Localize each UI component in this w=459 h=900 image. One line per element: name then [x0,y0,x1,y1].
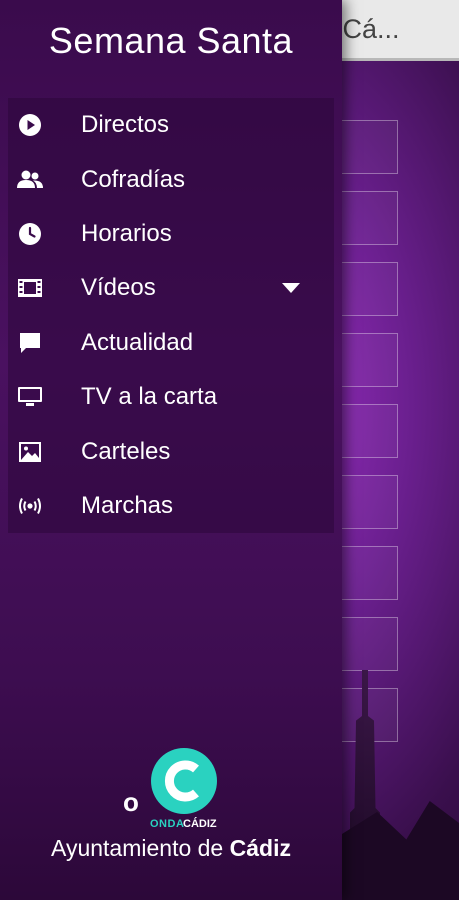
radio-waves-icon [16,492,44,520]
expand-caret-icon[interactable] [282,283,300,294]
menu-item-horarios[interactable]: Horarios [8,207,334,261]
menu-item-label: Cofradías [81,165,186,193]
clock-icon [16,220,44,248]
menu-item-label: Carteles [81,437,171,465]
image-icon [16,438,44,466]
menu-item-directos[interactable]: Directos [8,98,334,152]
menu-item-label: TV a la carta [81,383,218,411]
menu-item-label: Directos [81,111,170,139]
drawer-menu: Directos Cofradías Horarios Vídeos Actua… [8,98,334,534]
menu-item-videos[interactable]: Vídeos [8,261,334,315]
film-icon [16,274,44,302]
logo-onda-text: ONDA [150,818,185,830]
monitor-icon [16,383,44,411]
logo-o: o [123,787,139,817]
drawer-title: Semana Santa [48,20,294,61]
play-circle-icon [16,111,44,139]
onda-cadiz-c-icon [151,748,217,814]
menu-item-label: Actualidad [81,328,194,356]
logo-cadiz-text: CÁDIZ [183,818,217,830]
menu-item-actualidad[interactable]: Actualidad [8,316,334,370]
navigation-drawer: Semana Santa Directos Cofradías Horarios [0,0,342,900]
menu-item-label: Horarios [81,219,172,247]
ayuntamiento-city: Cádiz [229,835,291,861]
people-icon [16,166,44,194]
chat-bubble-icon [16,329,44,357]
menu-item-label: Vídeos [81,274,156,302]
menu-item-cofradias[interactable]: Cofradías [8,152,334,206]
ayuntamiento-text: Ayuntamiento de Cádiz [0,835,342,862]
ayuntamiento-label: Ayuntamiento de [51,835,224,861]
menu-item-carteles[interactable]: Carteles [8,424,334,478]
onda-cadiz-logo: o ONDA CÁDIZ Ayuntamiento de Cádiz [0,735,342,865]
menu-item-tv-a-la-carta[interactable]: TV a la carta [8,370,334,424]
menu-item-label: Marchas [81,491,174,519]
menu-item-marchas[interactable]: Marchas [8,479,334,533]
